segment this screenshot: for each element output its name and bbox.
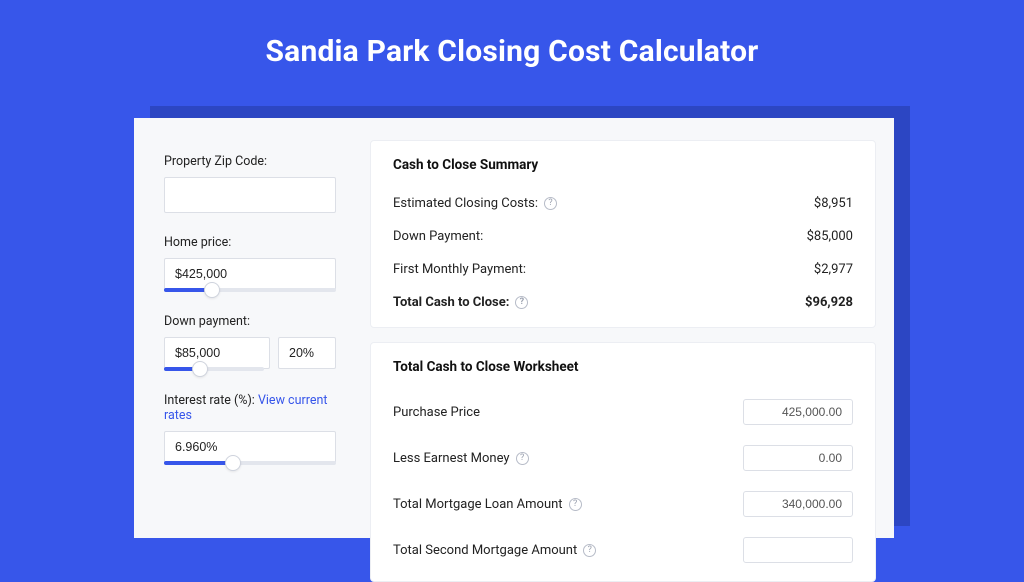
help-icon[interactable]: ? — [515, 296, 528, 309]
slider-thumb[interactable] — [192, 361, 208, 377]
worksheet-row-purchase-price: Purchase Price — [393, 389, 853, 435]
down-payment-pct-input[interactable] — [278, 337, 336, 369]
closing-costs-label: Estimated Closing Costs: — [393, 196, 538, 211]
help-icon[interactable]: ? — [569, 498, 582, 511]
rate-field-group: Interest rate (%): View current rates — [164, 393, 336, 465]
summary-row-down-payment: Down Payment: $85,000 — [393, 220, 853, 253]
home-price-label: Home price: — [164, 235, 336, 250]
calculator-panel: Property Zip Code: Home price: Down paym… — [134, 118, 894, 538]
home-price-input[interactable] — [164, 258, 336, 290]
closing-costs-value: $8,951 — [814, 196, 853, 211]
purchase-price-label: Purchase Price — [393, 405, 480, 420]
help-icon[interactable]: ? — [516, 452, 529, 465]
rate-slider[interactable] — [164, 461, 336, 465]
summary-row-first-payment: First Monthly Payment: $2,977 — [393, 253, 853, 286]
down-payment-label: Down payment: — [164, 314, 336, 329]
worksheet-card: Total Cash to Close Worksheet Purchase P… — [370, 342, 876, 582]
page-title: Sandia Park Closing Cost Calculator — [0, 0, 1024, 95]
rate-label-text: Interest rate (%): — [164, 393, 258, 408]
mortgage-label: Total Mortgage Loan Amount — [393, 497, 563, 512]
zip-input[interactable] — [164, 177, 336, 213]
total-cash-label: Total Cash to Close: — [393, 295, 509, 310]
total-cash-value: $96,928 — [805, 295, 853, 310]
worksheet-row-mortgage: Total Mortgage Loan Amount ? — [393, 481, 853, 527]
summary-row-closing-costs: Estimated Closing Costs: ? $8,951 — [393, 187, 853, 220]
second-mortgage-input[interactable] — [743, 537, 853, 563]
first-payment-label: First Monthly Payment: — [393, 262, 526, 277]
mortgage-input[interactable] — [743, 491, 853, 517]
earnest-label: Less Earnest Money — [393, 451, 510, 466]
rate-label: Interest rate (%): View current rates — [164, 393, 336, 423]
earnest-input[interactable] — [743, 445, 853, 471]
results-main: Cash to Close Summary Estimated Closing … — [362, 140, 894, 538]
down-payment-input[interactable] — [164, 337, 270, 369]
summary-card: Cash to Close Summary Estimated Closing … — [370, 140, 876, 328]
slider-fill — [164, 461, 233, 465]
slider-thumb[interactable] — [225, 455, 241, 471]
help-icon[interactable]: ? — [544, 197, 557, 210]
down-payment-summary-label: Down Payment: — [393, 229, 483, 244]
down-payment-summary-value: $85,000 — [807, 229, 853, 244]
home-price-field-group: Home price: — [164, 235, 336, 292]
summary-row-total: Total Cash to Close: ? $96,928 — [393, 286, 853, 319]
second-mortgage-label: Total Second Mortgage Amount — [393, 543, 577, 558]
zip-field-group: Property Zip Code: — [164, 154, 336, 213]
down-payment-slider[interactable] — [164, 367, 264, 371]
rate-input[interactable] — [164, 431, 336, 463]
down-payment-field-group: Down payment: — [164, 314, 336, 371]
worksheet-row-earnest: Less Earnest Money ? — [393, 435, 853, 481]
summary-heading: Cash to Close Summary — [393, 157, 853, 173]
zip-label: Property Zip Code: — [164, 154, 336, 169]
home-price-slider[interactable] — [164, 288, 336, 292]
slider-thumb[interactable] — [204, 282, 220, 298]
help-icon[interactable]: ? — [583, 544, 596, 557]
worksheet-row-second-mortgage: Total Second Mortgage Amount ? — [393, 527, 853, 573]
first-payment-value: $2,977 — [814, 262, 853, 277]
purchase-price-input[interactable] — [743, 399, 853, 425]
worksheet-heading: Total Cash to Close Worksheet — [393, 359, 853, 375]
inputs-sidebar: Property Zip Code: Home price: Down paym… — [134, 140, 362, 538]
